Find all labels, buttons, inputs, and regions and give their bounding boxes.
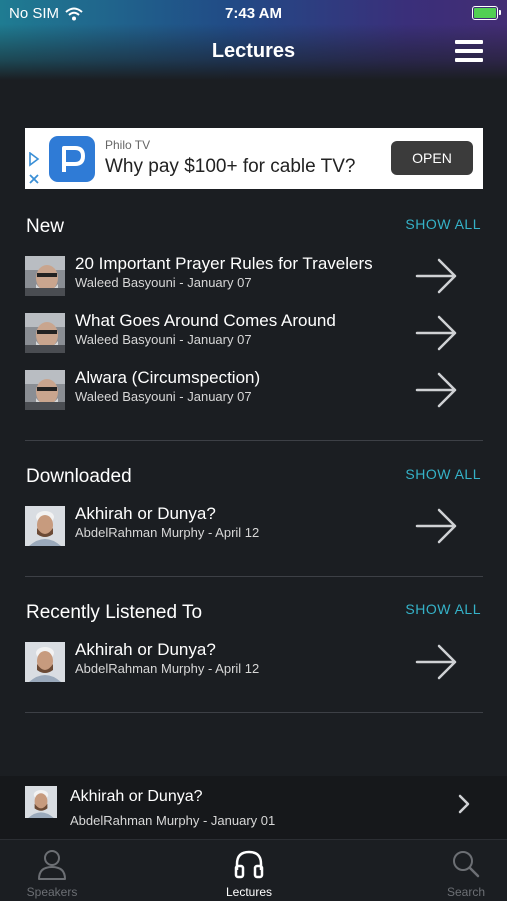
speaker-avatar [25,256,65,296]
ad-banner[interactable]: Philo TV Why pay $100+ for cable TV? OPE… [25,128,483,189]
list-item[interactable]: Akhirah or Dunya? AbdelRahman Murphy - A… [25,640,483,690]
speaker-avatar [25,370,65,410]
section-title-new: New [26,216,65,237]
ad-sponsor: Philo TV [105,138,151,152]
tab-bar: Speakers Lectures Search [0,839,507,901]
list-item[interactable]: Akhirah or Dunya? AbdelRahman Murphy - A… [25,504,483,554]
list-item[interactable]: Alwara (Circumspection) Waleed Basyouni … [25,368,483,418]
arrow-right-icon[interactable] [415,642,459,682]
list-item[interactable]: What Goes Around Comes Around Waleed Bas… [25,311,483,361]
speaker-avatar [25,313,65,353]
lecture-subtitle: Waleed Basyouni - January 07 [75,332,252,347]
menu-icon[interactable] [455,40,485,64]
lecture-title: Akhirah or Dunya? [75,640,216,659]
tab-search[interactable]: Search [411,846,507,899]
ad-headline: Why pay $100+ for cable TV? [105,156,356,177]
clock: 7:43 AM [225,5,282,22]
lecture-subtitle: AbdelRahman Murphy - April 12 [75,661,260,676]
person-icon [38,850,66,880]
tab-label: Search [446,885,486,899]
ad-choices-icon[interactable] [27,151,43,193]
speaker-avatar [25,506,65,546]
show-all-downloaded-button[interactable]: SHOW ALL [405,466,481,482]
arrow-right-icon[interactable] [415,256,459,296]
lecture-title: What Goes Around Comes Around [75,311,336,330]
speaker-avatar [25,642,65,682]
arrow-right-icon[interactable] [415,370,459,410]
lecture-title: Alwara (Circumspection) [75,368,261,387]
lecture-title: 20 Important Prayer Rules for Travelers [75,254,373,273]
speaker-avatar [25,786,57,818]
lecture-subtitle: AbdelRahman Murphy - April 12 [75,525,260,540]
show-all-recent-button[interactable]: SHOW ALL [405,601,481,617]
arrow-right-icon[interactable] [415,313,459,353]
divider [25,440,483,441]
lecture-subtitle: Waleed Basyouni - January 07 [75,275,252,290]
ad-open-button[interactable]: OPEN [391,141,473,175]
headphones-icon [234,850,264,879]
divider [25,712,483,713]
now-playing-title: Akhirah or Dunya? [70,788,203,805]
status-bar: No SIM 7:43 AM [0,4,507,24]
tab-lectures[interactable]: Lectures [194,846,304,899]
tab-speakers[interactable]: Speakers [0,846,107,899]
now-playing-subtitle: AbdelRahman Murphy - January 01 [70,813,276,828]
search-icon [453,851,480,878]
page-title: Lectures [211,40,296,62]
philo-logo-icon [49,136,95,182]
show-all-new-button[interactable]: SHOW ALL [405,216,481,232]
tab-label: Speakers [26,885,78,899]
lecture-subtitle: Waleed Basyouni - January 07 [75,389,252,404]
section-title-downloaded: Downloaded [26,466,132,487]
chevron-right-icon[interactable] [457,794,471,814]
section-title-recent: Recently Listened To [26,602,203,623]
tab-label: Lectures [225,885,273,899]
arrow-right-icon[interactable] [415,506,459,546]
list-item[interactable]: 20 Important Prayer Rules for Travelers … [25,254,483,304]
lecture-title: Akhirah or Dunya? [75,504,216,523]
battery-icon [472,6,501,20]
divider [25,576,483,577]
now-playing-bar[interactable]: Akhirah or Dunya? AbdelRahman Murphy - J… [0,776,507,839]
